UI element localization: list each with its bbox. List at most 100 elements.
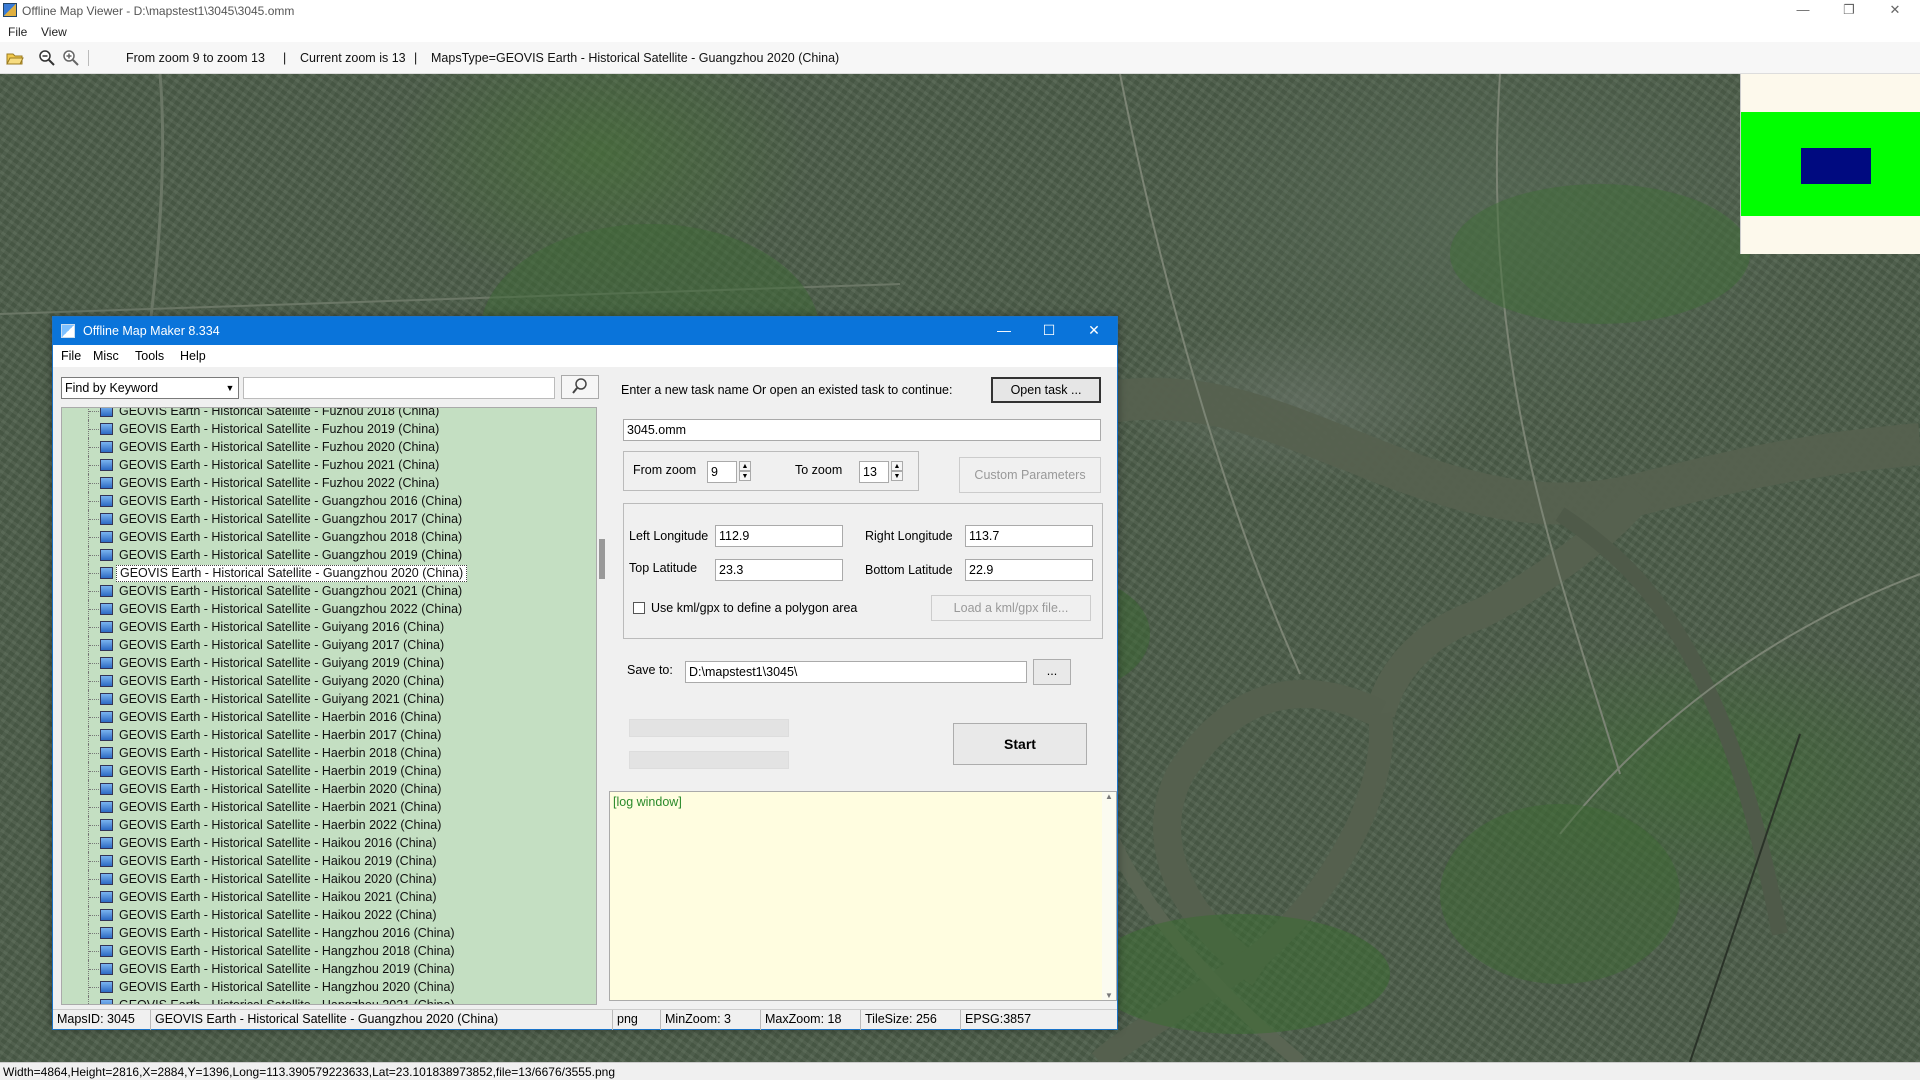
tree-item-label: GEOVIS Earth - Historical Satellite - Ha… [119, 728, 442, 742]
zoom-in-icon[interactable] [62, 49, 80, 67]
tree-item-label: GEOVIS Earth - Historical Satellite - Ha… [119, 980, 455, 994]
tree-item[interactable]: GEOVIS Earth - Historical Satellite - Gu… [62, 492, 582, 510]
tree-item[interactable]: GEOVIS Earth - Historical Satellite - Ha… [62, 834, 582, 852]
map-icon [100, 927, 113, 939]
save-path-field[interactable]: D:\mapstest1\3045\ [685, 661, 1027, 683]
status-min-zoom: MinZoom: 3 [661, 1010, 761, 1030]
tree-item[interactable]: GEOVIS Earth - Historical Satellite - Ha… [62, 762, 582, 780]
custom-parameters-button[interactable]: Custom Parameters [959, 457, 1101, 493]
scroll-down-icon[interactable]: ▼ [1102, 991, 1116, 1000]
tree-item[interactable]: GEOVIS Earth - Historical Satellite - Gu… [62, 636, 582, 654]
tree-item[interactable]: GEOVIS Earth - Historical Satellite - Gu… [62, 510, 582, 528]
scroll-up-icon[interactable]: ▲ [1102, 792, 1116, 801]
tree-item[interactable]: GEOVIS Earth - Historical Satellite - Ha… [62, 726, 582, 744]
tree-item[interactable]: GEOVIS Earth - Historical Satellite - Fu… [62, 474, 582, 492]
tree-item[interactable]: GEOVIS Earth - Historical Satellite - Ha… [62, 870, 582, 888]
left-longitude-input[interactable]: 112.9 [715, 525, 843, 547]
folder-open-icon[interactable] [6, 49, 24, 67]
tree-item[interactable]: GEOVIS Earth - Historical Satellite - Fu… [62, 438, 582, 456]
minimize-button[interactable]: — [1780, 0, 1826, 22]
tree-item[interactable]: GEOVIS Earth - Historical Satellite - Ha… [62, 798, 582, 816]
minimap[interactable] [1740, 74, 1920, 254]
tree-item[interactable]: GEOVIS Earth - Historical Satellite - Gu… [62, 654, 582, 672]
map-type-tree[interactable]: GEOVIS Earth - Historical Satellite - Fu… [61, 407, 597, 1005]
log-scrollbar[interactable]: ▲ ▼ [1102, 792, 1116, 1000]
map-icon [100, 963, 113, 975]
minimap-viewport[interactable] [1801, 148, 1871, 184]
tree-item[interactable]: GEOVIS Earth - Historical Satellite - Gu… [62, 600, 582, 618]
tree-item-label: GEOVIS Earth - Historical Satellite - Fu… [119, 440, 440, 454]
load-kml-button[interactable]: Load a kml/gpx file... [931, 595, 1091, 621]
tree-item[interactable]: GEOVIS Earth - Historical Satellite - Fu… [62, 420, 582, 438]
tree-item[interactable]: GEOVIS Earth - Historical Satellite - Ha… [62, 906, 582, 924]
tree-item[interactable]: GEOVIS Earth - Historical Satellite - Gu… [62, 618, 582, 636]
tree-item[interactable]: GEOVIS Earth - Historical Satellite - Fu… [62, 408, 582, 420]
top-latitude-input[interactable]: 23.3 [715, 559, 843, 581]
tree-item[interactable]: GEOVIS Earth - Historical Satellite - Ha… [62, 708, 582, 726]
search-input[interactable] [243, 377, 555, 399]
maximize-button[interactable]: ❐ [1826, 0, 1872, 22]
tree-item[interactable]: GEOVIS Earth - Historical Satellite - Gu… [62, 582, 582, 600]
menu-file[interactable]: File [8, 25, 27, 39]
open-task-button[interactable]: Open task ... [991, 377, 1101, 403]
kml-checkbox-label[interactable]: Use kml/gpx to define a polygon area [651, 601, 857, 615]
tree-item[interactable]: GEOVIS Earth - Historical Satellite - Ha… [62, 942, 582, 960]
tree-item[interactable]: GEOVIS Earth - Historical Satellite - Ha… [62, 816, 582, 834]
tree-item[interactable]: GEOVIS Earth - Historical Satellite - Gu… [62, 690, 582, 708]
dialog-close-button[interactable]: ✕ [1079, 321, 1109, 341]
map-icon [100, 495, 113, 507]
from-zoom-input[interactable]: 9 [707, 461, 737, 483]
to-zoom-input[interactable]: 13 [859, 461, 889, 483]
status-bar: Width=4864,Height=2816,X=2884,Y=1396,Lon… [0, 1062, 1920, 1080]
tree-item[interactable]: GEOVIS Earth - Historical Satellite - Ha… [62, 852, 582, 870]
scrollbar-thumb[interactable] [599, 539, 605, 579]
right-longitude-input[interactable]: 113.7 [965, 525, 1093, 547]
map-icon [100, 783, 113, 795]
tree-item-label: GEOVIS Earth - Historical Satellite - Ha… [119, 908, 437, 922]
tree-item[interactable]: GEOVIS Earth - Historical Satellite - Ha… [62, 744, 582, 762]
tree-item[interactable]: GEOVIS Earth - Historical Satellite - Gu… [62, 564, 582, 582]
top-latitude-label: Top Latitude [629, 561, 698, 575]
dialog-maximize-button[interactable]: ☐ [1034, 321, 1064, 341]
dialog-menu-file[interactable]: File [61, 349, 81, 363]
kml-checkbox[interactable] [633, 602, 645, 614]
tree-item-label: GEOVIS Earth - Historical Satellite - Gu… [119, 602, 463, 616]
tree-item[interactable]: GEOVIS Earth - Historical Satellite - Ha… [62, 780, 582, 798]
tree-item[interactable]: GEOVIS Earth - Historical Satellite - Ha… [62, 960, 582, 978]
log-window[interactable]: [log window] ▲ ▼ [609, 791, 1117, 1001]
tree-item[interactable]: GEOVIS Earth - Historical Satellite - Ha… [62, 888, 582, 906]
menu-view[interactable]: View [41, 25, 67, 39]
dialog-minimize-button[interactable]: — [989, 321, 1019, 341]
task-name-field[interactable]: 3045.omm [623, 419, 1101, 441]
log-title: [log window] [613, 795, 682, 809]
tree-item[interactable]: GEOVIS Earth - Historical Satellite - Ha… [62, 996, 582, 1004]
tree-item-label: GEOVIS Earth - Historical Satellite - Gu… [119, 494, 463, 508]
zoom-out-icon[interactable] [38, 49, 56, 67]
search-button[interactable] [561, 375, 599, 399]
tree-item[interactable]: GEOVIS Earth - Historical Satellite - Gu… [62, 672, 582, 690]
map-icon [100, 408, 113, 417]
tree-item[interactable]: GEOVIS Earth - Historical Satellite - Ha… [62, 978, 582, 996]
dialog-menu-help[interactable]: Help [180, 349, 206, 363]
dialog-menu-tools[interactable]: Tools [135, 349, 164, 363]
to-zoom-stepper[interactable]: ▲ ▼ [891, 461, 903, 481]
map-icon [100, 621, 113, 633]
dialog-menu-misc[interactable]: Misc [93, 349, 119, 363]
start-button[interactable]: Start [953, 723, 1087, 765]
tree-item[interactable]: GEOVIS Earth - Historical Satellite - Ha… [62, 924, 582, 942]
tree-item[interactable]: GEOVIS Earth - Historical Satellite - Fu… [62, 456, 582, 474]
dialog-title-bar[interactable]: Offline Map Maker 8.334 — ☐ ✕ [53, 317, 1117, 345]
search-mode-select[interactable]: Find by Keyword ▼ [61, 377, 239, 399]
current-zoom-text: Current zoom is 13 [300, 51, 406, 65]
from-zoom-stepper[interactable]: ▲ ▼ [739, 461, 751, 481]
tree-item[interactable]: GEOVIS Earth - Historical Satellite - Gu… [62, 528, 582, 546]
bottom-latitude-input[interactable]: 22.9 [965, 559, 1093, 581]
tree-item[interactable]: GEOVIS Earth - Historical Satellite - Gu… [62, 546, 582, 564]
tree-item-label: GEOVIS Earth - Historical Satellite - Ha… [119, 836, 437, 850]
browse-button[interactable]: ... [1033, 659, 1071, 685]
close-button[interactable]: ✕ [1872, 0, 1918, 22]
map-icon [100, 477, 113, 489]
map-icon [100, 909, 113, 921]
dialog-status-bar: MapsID: 3045 GEOVIS Earth - Historical S… [53, 1009, 1117, 1030]
tree-item-label: GEOVIS Earth - Historical Satellite - Ha… [119, 710, 442, 724]
